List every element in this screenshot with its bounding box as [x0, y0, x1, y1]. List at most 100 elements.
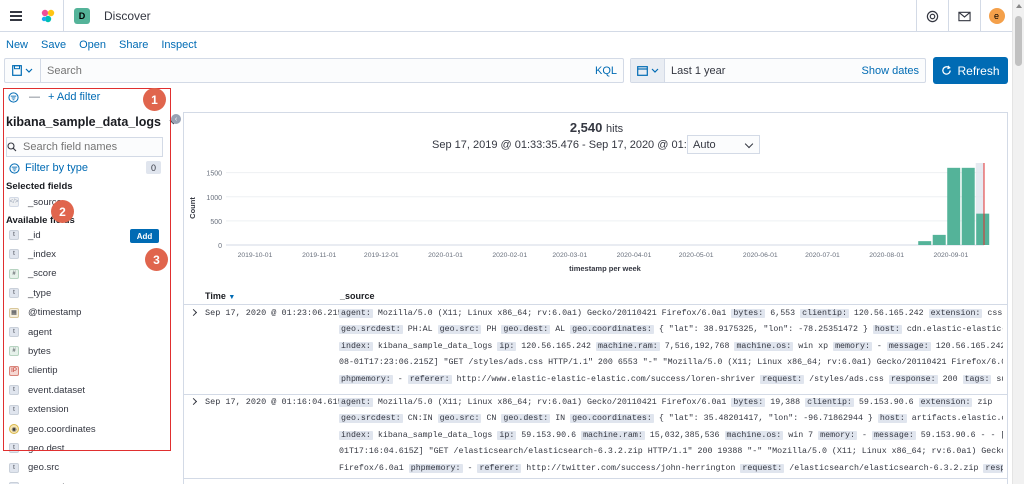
field-value: cdn.elastic-elastic-elastic.org: [906, 325, 1003, 335]
field-key: agent:: [339, 309, 373, 318]
annotation-badge-2: 2: [51, 200, 74, 223]
user-menu[interactable]: e: [980, 0, 1012, 32]
x-tick-label: 2020-01-01: [428, 252, 463, 259]
field-value: 08-01T17:23:06.215Z] "GET /styles/ads.cs…: [339, 358, 1003, 368]
field-key: request:: [740, 463, 785, 473]
interval-select[interactable]: Auto: [687, 135, 760, 154]
search-input[interactable]: [47, 64, 595, 77]
field-value: 120.56.165.242: [521, 341, 592, 351]
field-item[interactable]: t geo.src: [9, 460, 169, 476]
field-value: CN: [486, 414, 497, 424]
field-key: machine.ram:: [596, 341, 660, 351]
field-value: kibana_sample_data_logs: [377, 430, 493, 440]
save-link[interactable]: Save: [41, 39, 66, 51]
annotation-highlight-box: [3, 88, 171, 451]
field-key: agent:: [339, 398, 373, 407]
doc-table-header: Time ▼ _source: [184, 287, 1007, 305]
field-key: referer:: [477, 463, 522, 473]
x-tick-label: 2020-06-01: [743, 252, 778, 259]
histogram-chart: 0 500 1000 1500 2019-10-01 2019-11-01 2019-12-…: [188, 163, 990, 273]
row-timestamp: Sep 17, 2020 @ 01:16:04.615: [205, 397, 343, 407]
field-key: phpmemory:: [339, 374, 393, 384]
hits-count: 2,540 hits: [184, 120, 1009, 135]
saved-query-button[interactable]: [5, 59, 41, 82]
field-value: win 7: [788, 430, 814, 440]
histogram-bar: [932, 234, 946, 245]
field-value: 01T17:16:04.615Z] "GET /elasticsearch/el…: [339, 447, 1003, 457]
field-key: extension:: [928, 309, 983, 318]
field-key: machine.os:: [734, 341, 794, 351]
annotation-badge-3: 3: [145, 248, 168, 271]
results-panel: 2,540 hits Sep 17, 2019 @ 01:33:35.476 -…: [183, 112, 1008, 484]
page-scrollbar[interactable]: [1012, 0, 1024, 484]
user-avatar[interactable]: e: [988, 8, 1005, 24]
x-tick-label: 2019-11-01: [302, 252, 336, 259]
field-key: geo.src:: [437, 325, 482, 335]
show-dates-link[interactable]: Show dates: [862, 65, 919, 77]
field-value: /styles/ads.css: [809, 374, 884, 384]
hits-label: hits: [606, 123, 624, 135]
table-row[interactable]: Sep 17, 2020 @ 01:23:06.215 agent: Mozill…: [184, 306, 1007, 395]
app-title: Discover: [104, 8, 151, 23]
field-value: -: [876, 341, 887, 351]
field-value: 120.56.165.242 - - [2018-: [935, 341, 1003, 351]
field-key: ip:: [497, 430, 517, 440]
refresh-button[interactable]: Refresh: [933, 57, 1008, 84]
field-value: 200: [942, 374, 958, 384]
kibana-logo-icon[interactable]: [32, 0, 64, 32]
field-key: ip:: [497, 341, 517, 351]
field-value: 59.153.90.6: [858, 398, 914, 407]
field-key: index:: [339, 341, 373, 351]
x-tick-label: 2020-02-01: [492, 252, 527, 259]
table-row[interactable]: Sep 17, 2020 @ 01:16:04.615 agent: Mozill…: [184, 395, 1007, 479]
field-key: bytes:: [731, 309, 766, 318]
inspect-link[interactable]: Inspect: [161, 39, 196, 51]
field-value: Firefox/6.0a1: [339, 463, 404, 473]
chevron-right-icon[interactable]: [189, 397, 198, 406]
field-value: css: [987, 309, 1003, 318]
field-key: geo.dest:: [501, 414, 551, 424]
field-key: geo.dest:: [501, 325, 551, 335]
space-avatar[interactable]: D: [74, 7, 90, 24]
field-value: 120.56.165.242: [853, 309, 924, 318]
discover-app: D Discover e New Save Open Share Inspect: [0, 0, 1024, 484]
row-source: agent: Mozilla/5.0 (X11; Linux x86_64; r…: [339, 395, 1003, 477]
field-value: PH:AL: [407, 325, 433, 335]
field-value: Mozilla/5.0 (X11; Linux x86_64; rv:6.0a1…: [377, 398, 727, 407]
help-icon[interactable]: [916, 0, 948, 32]
field-value: 19,388: [770, 398, 801, 407]
calendar-icon: [636, 66, 648, 76]
sort-down-icon: ▼: [228, 294, 236, 301]
menu-icon[interactable]: [0, 0, 32, 32]
collapse-sidebar-icon[interactable]: ‹: [171, 114, 181, 124]
field-value: kibana_sample_data_logs: [377, 341, 493, 351]
field-value: -: [467, 463, 478, 473]
x-tick-label: 2020-07-01: [805, 252, 840, 259]
field-key: message:: [871, 430, 916, 440]
field-key: machine.ram:: [581, 430, 645, 440]
annotation-badge-1: 1: [143, 88, 166, 111]
field-key: tags:: [962, 374, 992, 384]
y-axis-label: Count: [188, 197, 197, 219]
time-column-header[interactable]: Time ▼: [205, 291, 235, 301]
field-key: memory:: [833, 341, 872, 351]
open-link[interactable]: Open: [79, 39, 106, 51]
refresh-icon: [942, 65, 952, 75]
y-tick-label: 1500: [206, 171, 222, 178]
quick-menu-button[interactable]: [631, 59, 665, 82]
mail-icon[interactable]: [948, 0, 980, 32]
new-link[interactable]: New: [6, 39, 28, 51]
chevron-down-icon: [651, 68, 658, 73]
x-tick-label: 2020-05-01: [679, 252, 714, 259]
share-link[interactable]: Share: [119, 39, 148, 51]
field-value: win xp: [798, 341, 829, 351]
histogram-bar: [918, 241, 932, 245]
field-key: response:: [983, 463, 1003, 473]
y-tick-label: 500: [210, 219, 222, 226]
kql-toggle[interactable]: KQL: [595, 65, 617, 77]
field-value: { "lat": 38.9175325, "lon": -78.25351472…: [658, 325, 868, 335]
chevron-right-icon[interactable]: [189, 308, 198, 317]
time-range[interactable]: Last 1 year: [671, 65, 862, 77]
field-value: AL: [555, 325, 566, 335]
field-item[interactable]: tgeo.srcdest: [9, 479, 169, 484]
